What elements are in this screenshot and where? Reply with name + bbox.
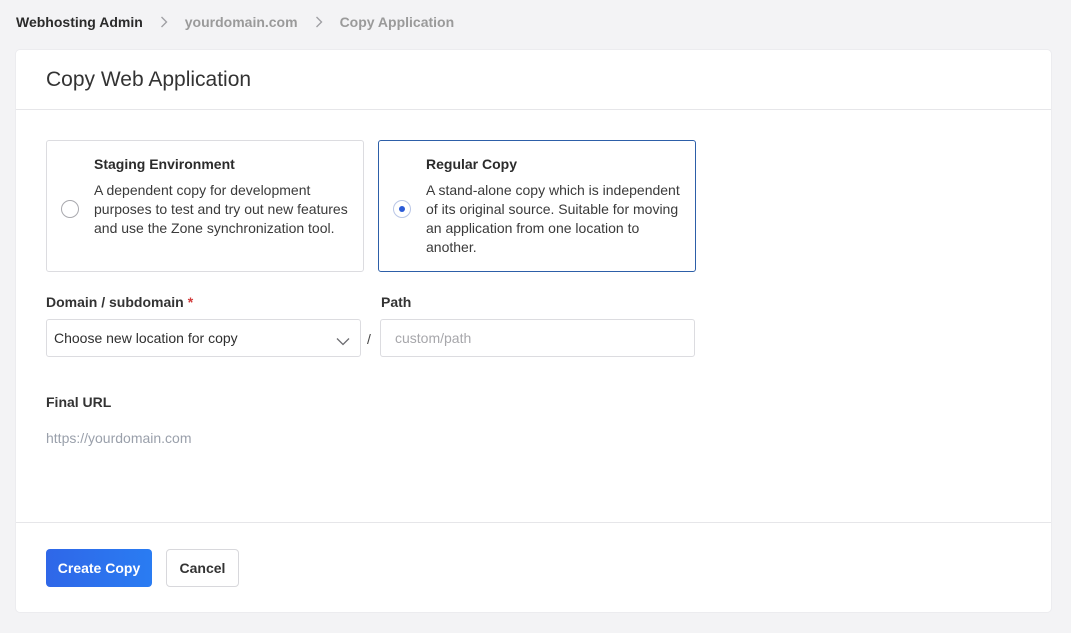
option-title: Staging Environment	[94, 156, 235, 172]
create-copy-button[interactable]: Create Copy	[46, 549, 152, 587]
final-url-value: https://yourdomain.com	[46, 430, 192, 446]
breadcrumb-item-domain[interactable]: yourdomain.com	[185, 14, 298, 30]
chevron-right-icon	[155, 13, 173, 31]
breadcrumb: Webhosting Admin yourdomain.com Copy App…	[16, 13, 454, 31]
domain-label: Domain / subdomain*	[46, 294, 193, 310]
required-marker: *	[188, 294, 193, 310]
breadcrumb-item-webhosting-admin[interactable]: Webhosting Admin	[16, 14, 143, 30]
page-title: Copy Web Application	[46, 68, 251, 92]
footer-divider	[16, 522, 1051, 523]
radio-staging-environment[interactable]	[61, 200, 79, 218]
path-separator: /	[367, 331, 371, 347]
radio-regular-copy[interactable]	[393, 200, 411, 218]
cancel-button[interactable]: Cancel	[166, 549, 239, 587]
chevron-right-icon	[310, 13, 328, 31]
domain-select-value: Choose new location for copy	[54, 330, 238, 346]
option-description: A dependent copy for development purpose…	[94, 181, 356, 238]
option-title: Regular Copy	[426, 156, 517, 172]
domain-label-text: Domain / subdomain	[46, 294, 184, 310]
path-label: Path	[381, 294, 411, 310]
option-staging-environment[interactable]: Staging Environment A dependent copy for…	[46, 140, 364, 272]
final-url-label: Final URL	[46, 394, 111, 410]
domain-select[interactable]: Choose new location for copy	[46, 319, 361, 357]
copy-application-card: Copy Web Application Staging Environment…	[16, 50, 1051, 612]
path-input[interactable]	[380, 319, 695, 357]
option-regular-copy[interactable]: Regular Copy A stand-alone copy which is…	[378, 140, 696, 272]
breadcrumb-item-current: Copy Application	[340, 14, 455, 30]
copy-type-options: Staging Environment A dependent copy for…	[46, 140, 696, 272]
card-header: Copy Web Application	[16, 50, 1051, 110]
chevron-down-icon	[336, 333, 350, 349]
option-description: A stand-alone copy which is independent …	[426, 181, 688, 257]
